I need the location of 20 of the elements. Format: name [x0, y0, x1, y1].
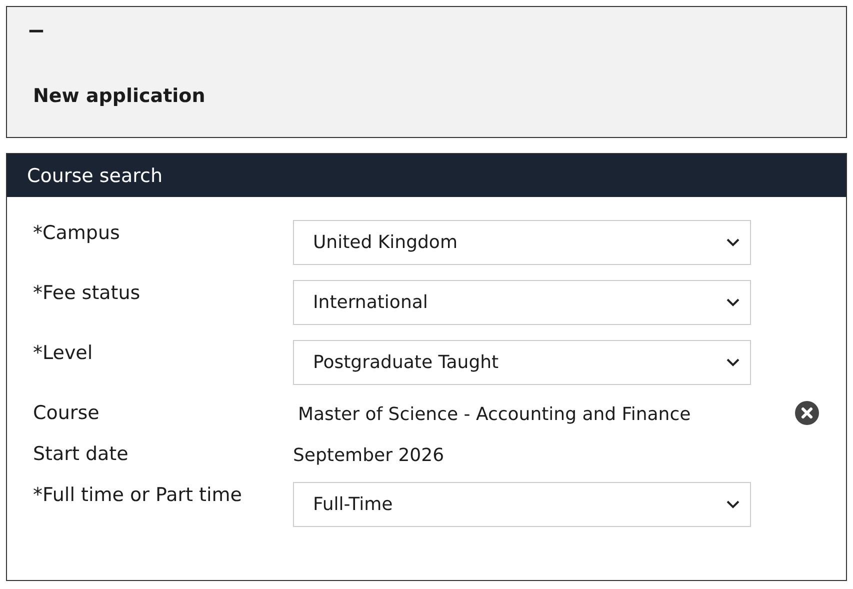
- field-value: Master of Science - Accounting and Finance: [298, 403, 692, 425]
- field-value: September 2026: [293, 444, 446, 466]
- chevron-down-icon: [726, 298, 740, 307]
- collapse-toggle[interactable]: −: [27, 21, 820, 43]
- field-label: Course: [33, 401, 100, 424]
- chevron-down-icon: [726, 238, 740, 247]
- chevron-down-icon: [726, 358, 740, 367]
- field-label: Start date: [33, 442, 130, 465]
- field-label: *Fee status: [33, 281, 142, 304]
- select-field[interactable]: United Kingdom: [293, 220, 751, 265]
- clear-icon[interactable]: [794, 400, 820, 426]
- page-title: New application: [33, 85, 206, 107]
- chevron-down-icon: [726, 500, 740, 509]
- select-field[interactable]: Postgraduate Taught: [293, 340, 751, 385]
- field-label: *Campus: [33, 221, 121, 244]
- select-field[interactable]: Full-Time: [293, 482, 751, 527]
- field-label: *Level: [33, 341, 94, 364]
- select-field[interactable]: International: [293, 280, 751, 325]
- panel-title: Course search: [7, 154, 846, 197]
- field-label: *Full time or Part time: [33, 483, 243, 506]
